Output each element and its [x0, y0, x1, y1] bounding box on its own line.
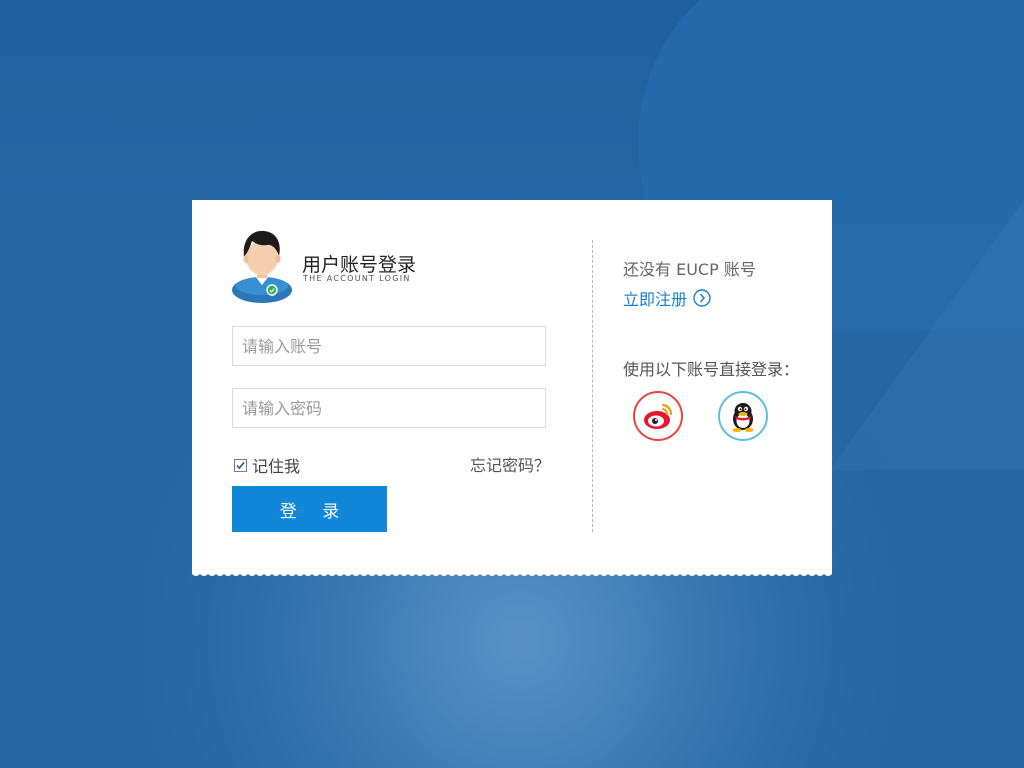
login-card: 用户账号登录 THE ACCOUNT LOGIN 记住我 忘记密码？ 登 录 还… — [192, 200, 832, 572]
remember-label: 记住我 — [252, 457, 301, 476]
weibo-icon — [644, 403, 673, 429]
remember-checkbox[interactable] — [234, 458, 247, 472]
forgot-password-link[interactable]: 忘记密码？ — [470, 452, 550, 476]
divider — [592, 240, 593, 532]
social-login-label: 使用以下账号直接登录： — [623, 360, 800, 379]
register-label: 立即注册 — [623, 290, 688, 309]
qq-login-button[interactable] — [718, 391, 768, 441]
login-button[interactable]: 登 录 — [232, 486, 387, 532]
no-account-text: 还没有 EUCP 账号 — [623, 260, 756, 279]
qq-icon — [732, 403, 754, 432]
card-scalloped-edge — [192, 571, 832, 576]
weibo-login-button[interactable] — [633, 391, 683, 441]
checkmark-icon — [236, 461, 245, 469]
password-input[interactable] — [232, 388, 546, 428]
account-input[interactable] — [232, 326, 546, 366]
page-subtitle: THE ACCOUNT LOGIN — [303, 274, 411, 283]
user-avatar-icon — [232, 230, 292, 303]
remember-me[interactable]: 记住我 — [234, 453, 300, 477]
chevron-right-circle-icon — [693, 289, 711, 307]
register-link[interactable]: 立即注册 — [623, 286, 711, 310]
page-title: 用户账号登录 — [302, 254, 417, 276]
